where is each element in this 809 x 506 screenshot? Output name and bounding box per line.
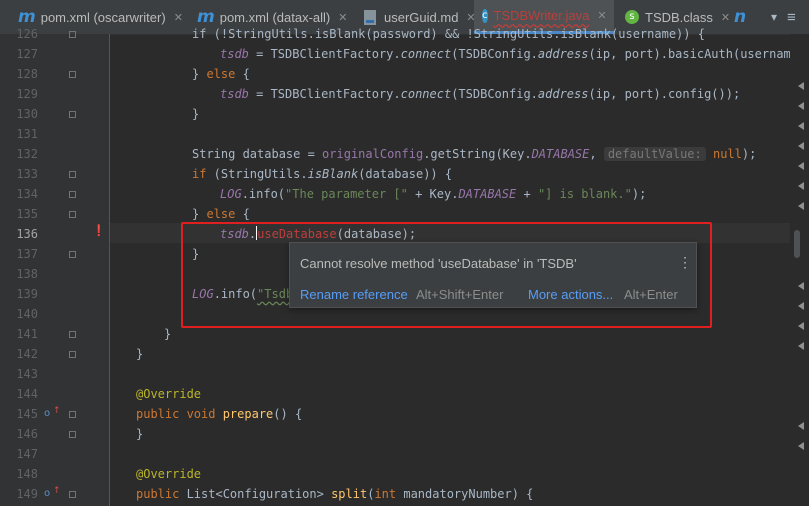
parameter-hint: defaultValue: <box>603 147 706 161</box>
marker-arrow-icon[interactable] <box>798 302 804 310</box>
marker-arrow-icon[interactable] <box>798 182 804 190</box>
marker-arrow-icon[interactable] <box>798 142 804 150</box>
marker-arrow-icon[interactable] <box>798 322 804 330</box>
code-line-126: if (!StringUtils.isBlank(password) && !S… <box>192 27 705 41</box>
marker-arrow-icon[interactable] <box>798 422 804 430</box>
marker-arrow-icon[interactable] <box>798 82 804 90</box>
code-line-133: if (StringUtils.isBlank(database)) { <box>192 167 453 181</box>
tab-label: pom.xml (datax-all) <box>219 9 331 25</box>
editor-scrollbar[interactable] <box>790 34 809 506</box>
code-line-127: tsdb = TSDBClientFactory.connect(TSDBCon… <box>220 47 809 61</box>
code-line-128: } else { <box>192 67 250 81</box>
code-line-134: LOG.info("The parameter [" + Key.DATABAS… <box>220 187 647 201</box>
code-line-142: } <box>136 347 144 361</box>
marker-arrow-icon[interactable] <box>798 202 804 210</box>
tab-label: userGuid.md <box>384 9 459 25</box>
close-icon[interactable]: ✕ <box>597 9 606 22</box>
line-number: 143 <box>16 367 38 381</box>
marker-arrow-icon[interactable] <box>798 442 804 450</box>
marker-arrow-icon[interactable] <box>798 122 804 130</box>
close-icon[interactable]: ✕ <box>174 11 183 24</box>
tab-label: pom.xml (oscarwriter) <box>40 9 166 25</box>
markdown-file-icon <box>364 9 376 25</box>
marker-arrow-icon[interactable] <box>798 162 804 170</box>
line-number: 138 <box>16 267 38 281</box>
java-class-icon: c <box>482 8 488 23</box>
line-number: 147 <box>16 447 38 461</box>
line-number: 140 <box>16 307 38 321</box>
line-number: 131 <box>16 127 38 141</box>
code-line-130: } <box>192 107 200 121</box>
tab-label: TSDB.class <box>645 9 713 25</box>
code-line-135: } else { <box>192 207 250 221</box>
scrollbar-thumb[interactable] <box>794 230 800 258</box>
code-line-149: public List<Configuration> split(int man… <box>136 487 534 501</box>
compiled-class-icon: s <box>625 10 639 24</box>
code-line-129: tsdb = TSDBClientFactory.connect(TSDBCon… <box>220 87 741 101</box>
tab-label: TSDBWriter.java <box>493 8 590 23</box>
chevron-down-icon: ▾ <box>771 10 778 24</box>
close-icon[interactable]: ✕ <box>721 11 730 24</box>
marker-arrow-icon[interactable] <box>798 282 804 290</box>
code-line-144: @Override <box>136 387 202 401</box>
marker-arrow-icon[interactable] <box>798 102 804 110</box>
code-line-148: @Override <box>136 467 202 481</box>
close-icon[interactable]: ✕ <box>338 11 347 24</box>
list-icon: ≡ <box>787 8 796 26</box>
code-line-145: public void prepare() { <box>136 407 303 421</box>
code-line-146: } <box>136 427 144 441</box>
marker-arrow-icon[interactable] <box>798 342 804 350</box>
code-line-132: String database = originalConfig.getStri… <box>192 147 757 161</box>
highlight-annotation-box <box>181 222 712 328</box>
